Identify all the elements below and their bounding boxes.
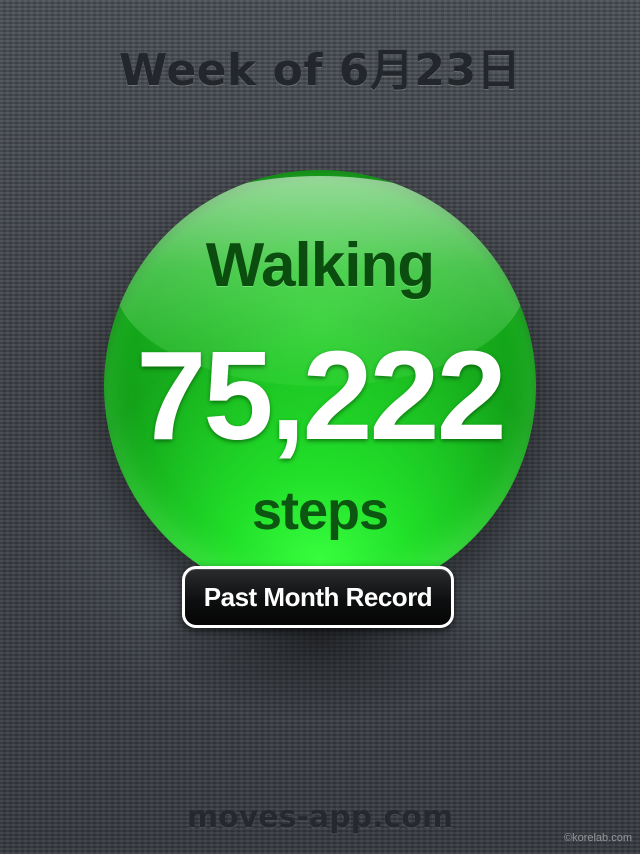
footer-url: moves-app.com: [186, 800, 454, 835]
past-month-record-button[interactable]: Past Month Record: [182, 566, 454, 628]
week-title: Week of 6月23日: [118, 45, 522, 96]
steps-unit-label: steps: [251, 481, 389, 541]
step-count: 75,222: [136, 325, 506, 466]
watermark: ©korelab.com: [563, 832, 632, 844]
activity-label: Walking: [205, 231, 435, 300]
